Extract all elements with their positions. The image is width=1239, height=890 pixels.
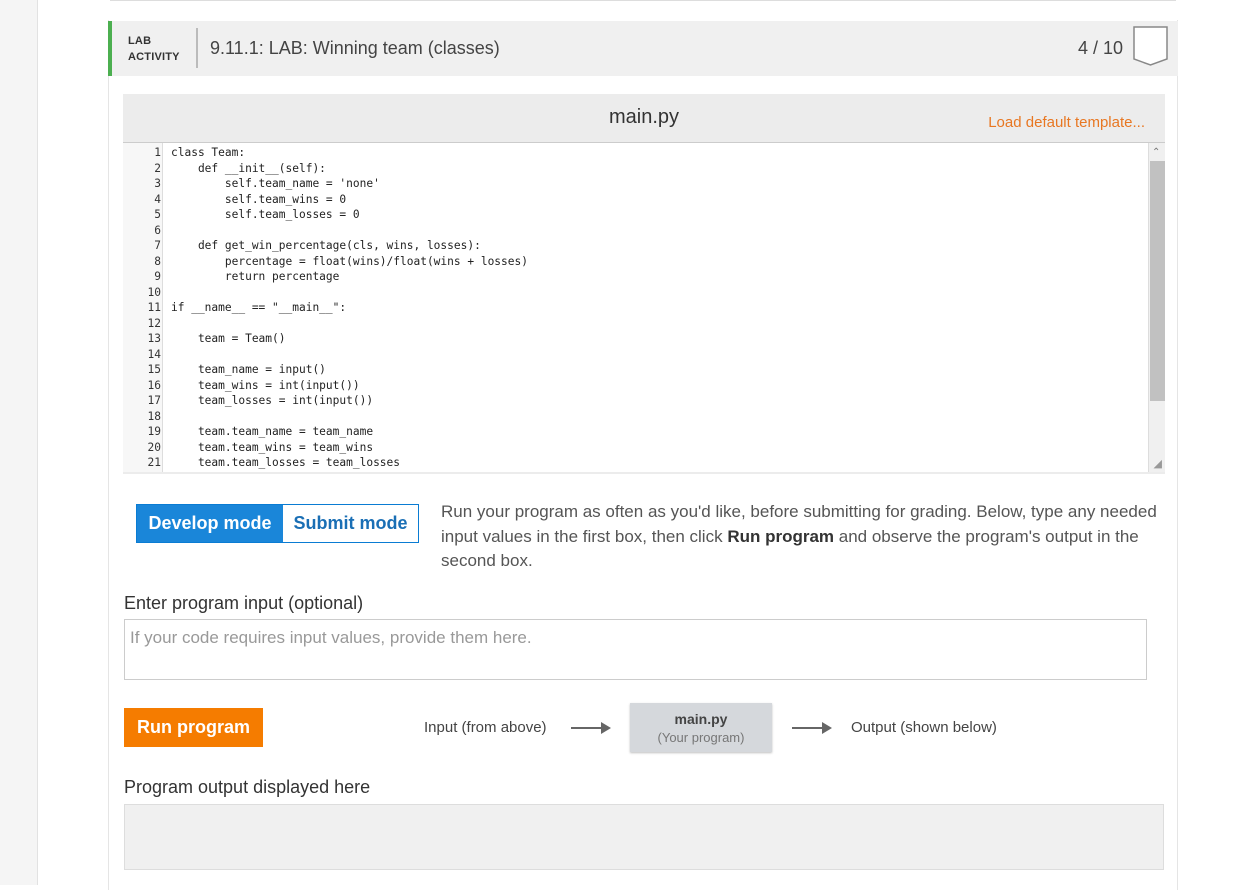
- line-number: 20: [147, 440, 161, 454]
- code-text: team_name = input(): [171, 363, 326, 376]
- code-text: def get_win_percentage(cls, wins, losses…: [171, 239, 481, 252]
- run-instructions: Run your program as often as you'd like,…: [441, 500, 1166, 574]
- run-program-button[interactable]: Run program: [124, 708, 263, 747]
- code-line[interactable]: 18: [123, 409, 1143, 425]
- code-line[interactable]: 15 team_name = input(): [123, 362, 1143, 378]
- code-line[interactable]: 20 team.team_wins = team_wins: [123, 440, 1143, 456]
- code-line[interactable]: 6: [123, 223, 1143, 239]
- code-text: team_wins = int(input()): [171, 378, 360, 392]
- code-line[interactable]: 16 team_wins = int(input()): [123, 378, 1143, 394]
- load-default-template-link[interactable]: Load default template...: [988, 114, 1145, 131]
- code-line[interactable]: 2 def __init__(self):: [123, 161, 1143, 177]
- code-text: team = Team(): [171, 332, 286, 345]
- instructions-bold: Run program: [727, 526, 835, 546]
- code-text: team.team_name = team_name: [171, 425, 374, 438]
- flow-input-label: Input (from above): [424, 719, 547, 736]
- line-number: 7: [154, 239, 161, 252]
- line-number: 3: [154, 177, 161, 190]
- line-number: 12: [147, 316, 161, 330]
- develop-mode-button[interactable]: Develop mode: [137, 505, 283, 542]
- line-number: 4: [154, 192, 161, 206]
- code-text: if __name__ == "__main__":: [171, 301, 347, 314]
- program-box-sub: (Your program): [657, 730, 745, 745]
- resize-handle-icon[interactable]: ◢: [1154, 457, 1162, 470]
- code-line[interactable]: 7 def get_win_percentage(cls, wins, loss…: [123, 238, 1143, 254]
- left-gutter: [0, 0, 38, 885]
- line-number: 5: [154, 208, 161, 221]
- code-text: self.team_name = 'none': [171, 177, 380, 190]
- line-number: 11: [147, 301, 161, 314]
- lab-header: LAB ACTIVITY 9.11.1: LAB: Winning team (…: [108, 21, 1178, 76]
- flow-arrow-icon: [571, 722, 611, 734]
- line-number: 19: [147, 425, 161, 438]
- code-text: self.team_losses = 0: [171, 208, 360, 221]
- line-number: 17: [147, 394, 161, 407]
- code-line[interactable]: 4 self.team_wins = 0: [123, 192, 1143, 208]
- code-line[interactable]: 21 team.team_losses = team_losses: [123, 455, 1143, 471]
- score-label: 4 / 10: [1077, 38, 1123, 58]
- line-number: 8: [154, 254, 161, 268]
- editor-scrollbar[interactable]: ⌃: [1148, 143, 1165, 472]
- program-input-label: Enter program input (optional): [124, 593, 364, 613]
- code-line[interactable]: 10: [123, 285, 1143, 301]
- header-divider: [196, 28, 198, 68]
- code-text: percentage = float(wins)/float(wins + lo…: [171, 254, 528, 268]
- scroll-up-icon[interactable]: ⌃: [1152, 147, 1160, 158]
- scroll-thumb[interactable]: [1150, 161, 1165, 401]
- line-number: 6: [154, 223, 161, 237]
- code-line[interactable]: 5 self.team_losses = 0: [123, 207, 1143, 223]
- code-line[interactable]: 13 team = Team(): [123, 331, 1143, 347]
- line-number: 15: [147, 363, 161, 376]
- completion-badge-icon: [1133, 26, 1168, 66]
- line-number: 18: [147, 409, 161, 423]
- line-number: 2: [154, 161, 161, 175]
- flow-output-label: Output (shown below): [851, 719, 997, 736]
- program-box: main.py (Your program): [630, 703, 772, 752]
- line-number: 10: [147, 285, 161, 299]
- code-line[interactable]: 14: [123, 347, 1143, 363]
- program-input-field[interactable]: [124, 619, 1147, 680]
- code-editor[interactable]: ⌃ ◢ 1 class Team: 2 def __init__(self): 3 s…: [123, 142, 1165, 472]
- program-output-label: Program output displayed here: [124, 777, 371, 797]
- code-text: return percentage: [171, 270, 340, 283]
- mode-toggle: Develop mode Submit mode: [136, 504, 419, 543]
- code-line[interactable]: 11 if __name__ == "__main__":: [123, 300, 1143, 316]
- activity-title: 9.11.1: LAB: Winning team (classes): [210, 38, 500, 58]
- line-number: 21: [147, 456, 161, 469]
- activity-label-line2: ACTIVITY: [128, 51, 180, 63]
- code-text: self.team_wins = 0: [171, 192, 347, 206]
- code-line[interactable]: 19 team.team_name = team_name: [123, 424, 1143, 440]
- code-line[interactable]: 3 self.team_name = 'none': [123, 176, 1143, 192]
- submit-mode-button[interactable]: Submit mode: [283, 505, 418, 542]
- code-text: team.team_wins = team_wins: [171, 440, 374, 454]
- code-line[interactable]: 12: [123, 316, 1143, 332]
- code-text: team.team_losses = team_losses: [171, 456, 401, 469]
- code-line[interactable]: 9 return percentage: [123, 269, 1143, 285]
- flow-arrow-icon: [792, 722, 832, 734]
- line-number: 13: [147, 332, 161, 345]
- activity-type-label: LAB ACTIVITY: [128, 33, 180, 65]
- code-text: class Team:: [171, 146, 246, 159]
- top-divider: [110, 0, 1176, 2]
- program-box-name: main.py: [674, 711, 728, 727]
- line-number: 1: [154, 146, 161, 159]
- activity-label-line1: LAB: [128, 35, 152, 47]
- code-line[interactable]: 1 class Team:: [123, 145, 1143, 161]
- code-text: team_losses = int(input()): [171, 394, 374, 407]
- program-output-box: [124, 804, 1164, 870]
- line-number: 9: [154, 270, 161, 283]
- line-number: 14: [147, 347, 161, 361]
- code-editor-panel: main.py Load default template... ⌃ ◢ 1 cl…: [123, 94, 1165, 474]
- line-number: 16: [147, 378, 161, 392]
- code-line[interactable]: 8 percentage = float(wins)/float(wins + …: [123, 254, 1143, 270]
- code-line[interactable]: 17 team_losses = int(input()): [123, 393, 1143, 409]
- code-text: def __init__(self):: [171, 161, 326, 175]
